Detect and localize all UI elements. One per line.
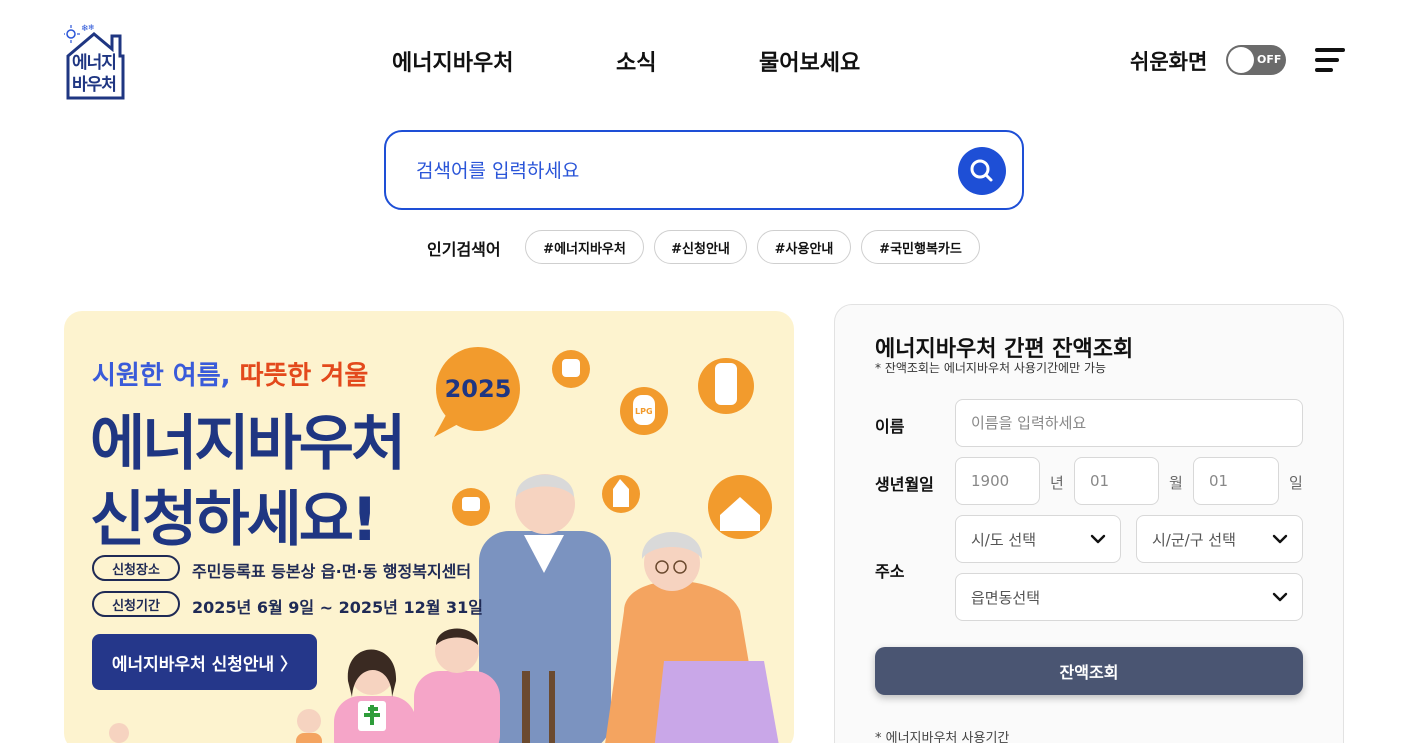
nav-item-energy-voucher[interactable]: 에너지바우처 bbox=[392, 45, 513, 77]
svg-text:❄: ❄ bbox=[88, 23, 95, 32]
birth-day-input[interactable] bbox=[1193, 457, 1279, 505]
chevron-down-icon bbox=[1272, 534, 1288, 544]
application-guide-button[interactable]: 에너지바우처 신청안내 〉 bbox=[92, 634, 317, 690]
easy-screen-label: 쉬운화면 bbox=[1130, 50, 1208, 74]
banner-title-line1: 에너지바우처 bbox=[90, 409, 406, 479]
birth-year-input[interactable] bbox=[955, 457, 1040, 505]
eupmyeondong-select-value: 읍면동선택 bbox=[971, 588, 1041, 607]
hamburger-menu-icon[interactable] bbox=[1315, 48, 1345, 72]
balance-panel-note: * 잔액조회는 에너지바우처 사용기간에만 가능 bbox=[875, 361, 1107, 375]
birth-month-input[interactable] bbox=[1074, 457, 1159, 505]
popular-tag-application[interactable]: #신청안내 bbox=[654, 230, 747, 264]
sigungu-select-value: 시/군/구 선택 bbox=[1152, 530, 1236, 549]
lpg-label: LPG bbox=[635, 407, 653, 416]
sigungu-select[interactable]: 시/군/구 선택 bbox=[1136, 515, 1303, 563]
usage-period-note: * 에너지바우처 사용기간 bbox=[875, 731, 1010, 743]
eupmyeondong-select[interactable]: 읍면동선택 bbox=[955, 573, 1303, 621]
name-input[interactable] bbox=[955, 399, 1303, 447]
search-button[interactable] bbox=[958, 147, 1006, 195]
birth-month-unit: 월 bbox=[1169, 474, 1183, 492]
popular-tag-happy-card[interactable]: #국민행복카드 bbox=[861, 230, 980, 264]
promo-banner[interactable]: 2025 LPG 시원한 여름, 따뜻한 겨울 에너지바우처 신청하세요! 신청… bbox=[64, 311, 794, 743]
banner-subtitle: 시원한 여름, 따뜻한 겨울 bbox=[92, 355, 368, 392]
nav-item-news[interactable]: 소식 bbox=[616, 45, 656, 77]
sido-select[interactable]: 시/도 선택 bbox=[955, 515, 1121, 563]
balance-check-button[interactable]: 잔액조회 bbox=[875, 647, 1303, 695]
place-text: 주민등록표 등본상 읍·면·동 행정복지센터 bbox=[192, 562, 472, 581]
easy-screen-toggle[interactable]: OFF bbox=[1226, 45, 1286, 75]
period-label: 신청기간 bbox=[92, 591, 180, 617]
address-label: 주소 bbox=[875, 562, 905, 581]
search-input[interactable] bbox=[416, 154, 936, 188]
birth-year-unit: 년 bbox=[1050, 474, 1064, 492]
sido-select-value: 시/도 선택 bbox=[971, 530, 1037, 549]
period-text: 2025년 6월 9일 ~ 2025년 12월 31일 bbox=[192, 598, 484, 617]
popular-tag-usage[interactable]: #사용안내 bbox=[757, 230, 851, 264]
toggle-state-text: OFF bbox=[1257, 53, 1282, 66]
popular-tag-energy-voucher[interactable]: #에너지바우처 bbox=[525, 230, 644, 264]
balance-check-panel: 에너지바우처 간편 잔액조회 * 잔액조회는 에너지바우처 사용기간에만 가능 … bbox=[834, 304, 1344, 743]
toggle-knob bbox=[1228, 47, 1254, 73]
birth-label: 생년월일 bbox=[875, 475, 934, 494]
search-icon bbox=[970, 159, 993, 182]
banner-subtitle-warm: 따뜻한 겨울 bbox=[239, 361, 369, 391]
popular-search-label: 인기검색어 bbox=[427, 240, 501, 259]
banner-subtitle-cool: 시원한 여름, bbox=[92, 361, 231, 391]
year-badge: 2025 bbox=[436, 347, 520, 431]
birth-day-unit: 일 bbox=[1289, 474, 1303, 492]
search-box bbox=[384, 130, 1024, 210]
place-label: 신청장소 bbox=[92, 555, 180, 581]
site-logo[interactable]: ❄ ❄ 에너지 바우처 bbox=[62, 22, 126, 100]
nav-item-ask[interactable]: 물어보세요 bbox=[759, 45, 860, 77]
chevron-down-icon bbox=[1272, 592, 1288, 602]
banner-title-line2: 신청하세요! bbox=[90, 485, 378, 555]
chevron-down-icon bbox=[1090, 534, 1106, 544]
logo-text-line2: 바우처 bbox=[72, 75, 117, 95]
name-label: 이름 bbox=[875, 417, 905, 436]
